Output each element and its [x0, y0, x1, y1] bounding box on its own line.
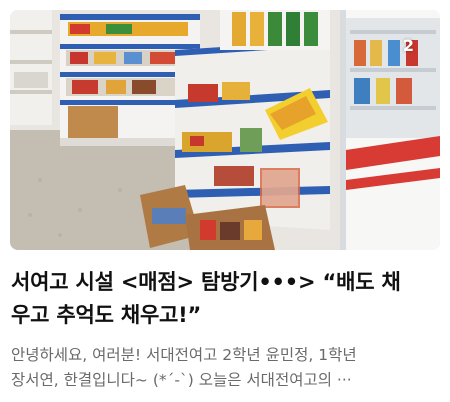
title-line: 서여고 시설 <매점> 탐방기•••> “배도 채: [11, 270, 401, 294]
excerpt-line: 장서연, 한결입니다~ (*´-`) 오늘은 서대전여고의 ···: [11, 371, 352, 389]
article-excerpt: 안녕하세요, 여러분! 서대전여고 2학년 윤민정, 1학년 장서연, 한결입니…: [11, 343, 441, 393]
article-card[interactable]: 2 서여고 시설 <매점> 탐방기•••> “배도 채 우고 추억도 채우고!”…: [0, 0, 450, 402]
store-photo: [10, 10, 440, 250]
excerpt-line: 안녕하세요, 여러분! 서대전여고 2학년 윤민정, 1학년: [11, 346, 357, 364]
title-line: 우고 추억도 채우고!”: [11, 303, 202, 327]
article-title[interactable]: 서여고 시설 <매점> 탐방기•••> “배도 채 우고 추억도 채우고!”: [11, 266, 439, 332]
image-count-badge: 2: [402, 36, 414, 55]
article-thumbnail[interactable]: 2: [10, 10, 440, 250]
